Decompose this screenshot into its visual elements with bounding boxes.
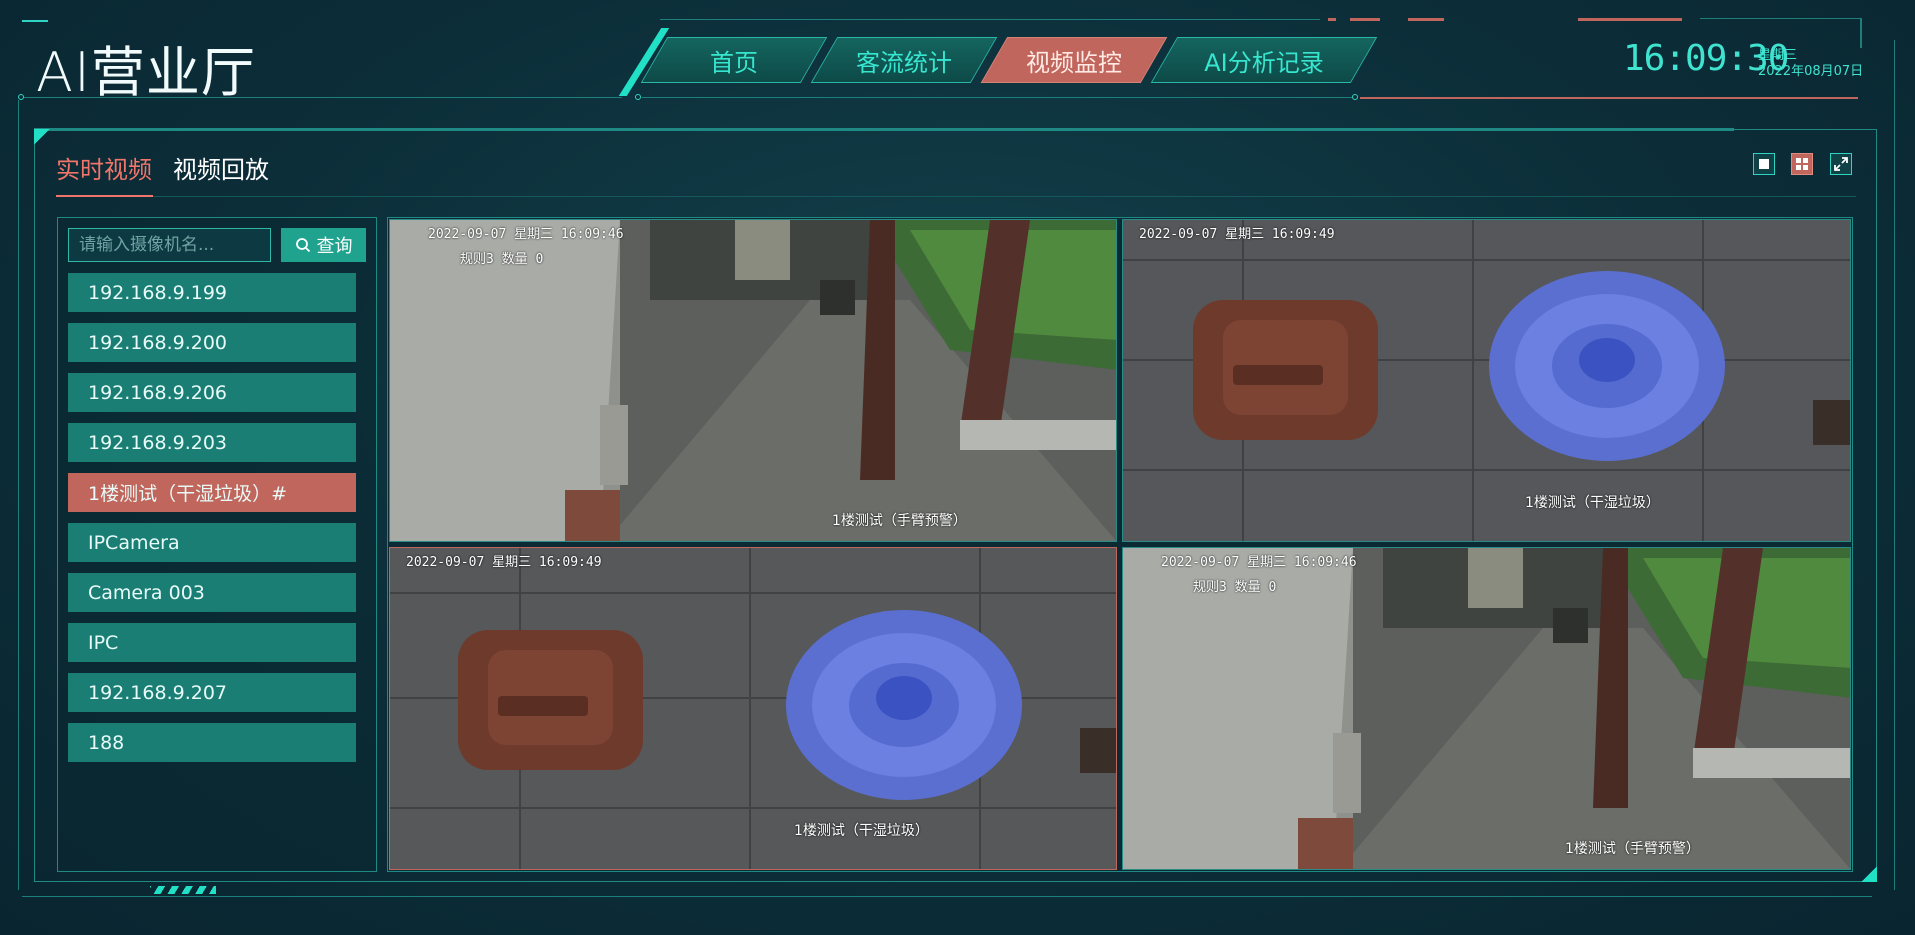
app-title: AI营业厅 (36, 41, 256, 104)
camera-item-label: 192.168.9.206 (88, 381, 228, 404)
video-rule-count: 规则3 数量 0 (460, 252, 544, 267)
video-timestamp: 2022-09-07 星期三 16:09:49 (1139, 227, 1335, 242)
expand-icon (1834, 157, 1848, 171)
header-orange-dash (1578, 18, 1682, 21)
camera-feed-image (1123, 220, 1850, 541)
nav-tab-video-monitor[interactable]: 视频监控 (980, 37, 1168, 83)
fullscreen-button[interactable] (1830, 153, 1852, 175)
video-caption: 1楼测试（干湿垃圾） (794, 823, 929, 839)
video-caption: 1楼测试（手臂预警） (1565, 841, 1700, 857)
header-line-corner (1860, 18, 1862, 48)
bottom-line (22, 896, 1872, 897)
nav-tab-ai-records[interactable]: AI分析记录 (1150, 37, 1378, 83)
tab-live-video[interactable]: 实时视频 (56, 150, 152, 185)
camera-item[interactable]: 192.168.9.207 (68, 673, 356, 712)
single-view-button[interactable] (1753, 153, 1775, 175)
tab-video-playback[interactable]: 视频回放 (173, 150, 269, 185)
camera-feed-image (390, 548, 1116, 869)
camera-feed-image (390, 220, 1116, 541)
camera-item[interactable]: 192.168.9.200 (68, 323, 356, 362)
camera-item[interactable]: 192.168.9.199 (68, 273, 356, 312)
camera-item-label: 192.168.9.203 (88, 431, 228, 454)
camera-search-input[interactable] (68, 228, 271, 262)
video-tile[interactable]: 2022-09-07 星期三 16:09:49 1楼测试（干湿垃圾） (1122, 219, 1851, 542)
right-edge-line (1894, 40, 1895, 890)
corner-accent-bottom-right (1861, 866, 1877, 882)
grid-icon (1796, 158, 1808, 170)
header-orange-dash (1350, 18, 1380, 21)
camera-feed-image (1123, 548, 1850, 869)
clock-date: 2022年08月07日 (1758, 64, 1864, 79)
header-node (635, 94, 641, 100)
nav-tab-traffic-stats[interactable]: 客流统计 (810, 37, 998, 83)
camera-item-label: 1楼测试（干湿垃圾）# (88, 483, 288, 505)
video-rule-count: 规则3 数量 0 (1193, 580, 1277, 595)
main-panel-top-accent (34, 128, 1734, 131)
single-view-icon (1759, 159, 1769, 169)
camera-item[interactable]: 192.168.9.203 (68, 423, 356, 462)
search-button-label: 查询 (316, 236, 353, 257)
camera-item[interactable]: Camera 003 (68, 573, 356, 612)
nav-tab-home[interactable]: 首页 (640, 37, 828, 83)
header-line-bottom-left (22, 97, 622, 98)
camera-item-label: 192.168.9.199 (88, 281, 228, 304)
video-timestamp: 2022-09-07 星期三 16:09:46 (428, 227, 624, 242)
header-line-top (660, 19, 1320, 20)
header-node (1352, 94, 1358, 100)
header-orange-dash (1408, 18, 1444, 21)
left-edge-line (18, 100, 19, 890)
camera-item[interactable]: IPCamera (68, 523, 356, 562)
video-tile-selected[interactable]: 2022-09-07 星期三 16:09:49 1楼测试（干湿垃圾） (389, 547, 1117, 870)
camera-item-label: 188 (88, 731, 125, 754)
video-timestamp: 2022-09-07 星期三 16:09:46 (1161, 555, 1357, 570)
header-line-bottom-right (1360, 97, 1858, 99)
camera-item[interactable]: IPC (68, 623, 356, 662)
video-timestamp: 2022-09-07 星期三 16:09:49 (406, 555, 602, 570)
search-icon (295, 238, 310, 253)
video-tile[interactable]: 2022-09-07 星期三 16:09:46 规则3 数量 0 1楼测试（手臂… (1122, 547, 1851, 870)
camera-item-selected[interactable]: 1楼测试（干湿垃圾）# (68, 473, 356, 512)
camera-item-label: 192.168.9.200 (88, 331, 228, 354)
search-button[interactable]: 查询 (281, 228, 366, 262)
header-line-right-top (1700, 18, 1860, 19)
camera-item-label: IPCamera (88, 531, 180, 554)
camera-item[interactable]: 192.168.9.206 (68, 373, 356, 412)
camera-item[interactable]: 188 (68, 723, 356, 762)
tab-divider (56, 196, 1856, 197)
camera-item-label: Camera 003 (88, 581, 205, 604)
header-line-bottom-mid (642, 97, 1352, 98)
bottom-hatch-decoration (150, 886, 216, 894)
video-tile[interactable]: 2022-09-07 星期三 16:09:46 规则3 数量 0 1楼测试（手臂… (389, 219, 1117, 542)
camera-item-label: IPC (88, 631, 119, 654)
header-orange-dash (1328, 18, 1336, 21)
quad-view-button[interactable] (1791, 153, 1813, 175)
active-tab-underline (56, 195, 153, 197)
video-caption: 1楼测试（干湿垃圾） (1525, 495, 1660, 511)
corner-accent-top-left (34, 129, 50, 145)
video-caption: 1楼测试（手臂预警） (832, 513, 967, 529)
header-line-left (22, 20, 48, 22)
camera-item-label: 192.168.9.207 (88, 681, 228, 704)
